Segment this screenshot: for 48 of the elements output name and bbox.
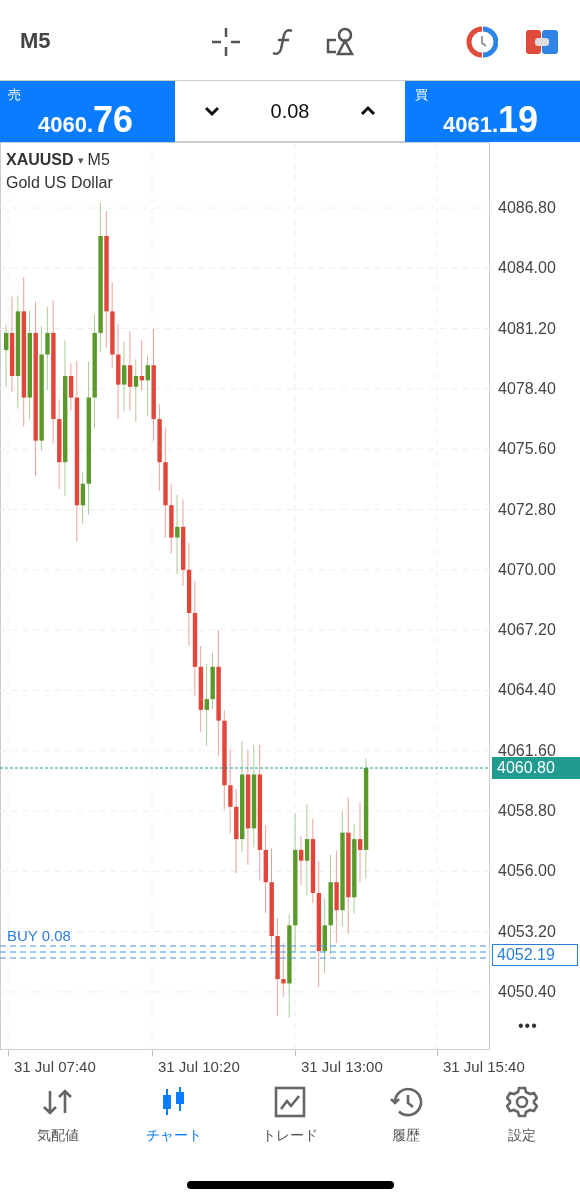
price-tick-label: 4064.40 <box>498 682 556 699</box>
price-tick-label: 4078.40 <box>498 380 556 397</box>
nav-tab[interactable]: トレード <box>232 1085 348 1149</box>
time-tick-label: 31 Jul 15:40 <box>443 1057 525 1077</box>
price-tick-label: 4075.60 <box>498 441 556 458</box>
sell-label: 売 <box>8 86 21 104</box>
time-tick-label: 31 Jul 13:00 <box>301 1057 383 1077</box>
more-button[interactable]: ••• <box>518 1014 538 1038</box>
symbol-description: Gold US Dollar <box>6 173 113 193</box>
line-chart-icon <box>274 1085 306 1119</box>
history-icon <box>389 1085 423 1119</box>
nav-tab[interactable]: チャート <box>116 1085 232 1149</box>
nav-tab[interactable]: 気配値 <box>0 1085 116 1149</box>
price-tick-label: 4056.00 <box>498 863 556 880</box>
nav-tab[interactable]: 履歴 <box>348 1085 464 1149</box>
buy-button[interactable]: 買 4061.19 <box>405 81 580 142</box>
sell-button[interactable]: 売 4060.76 <box>0 81 175 142</box>
toggle-icon[interactable] <box>526 30 558 54</box>
price-tick-label: 4072.80 <box>498 501 556 518</box>
timeframe-label[interactable]: M5 <box>20 23 80 57</box>
settings-icon <box>506 1085 538 1119</box>
price-tick-label: 4053.20 <box>498 923 556 940</box>
shapes-icon[interactable] <box>324 26 356 58</box>
order-label: BUY 0.08 <box>7 928 71 943</box>
price-tick-label: 4086.80 <box>498 200 556 216</box>
dropdown-caret[interactable]: ▾ <box>77 151 84 169</box>
chevron-up-icon[interactable] <box>359 104 377 118</box>
current-price-tag: 4060.80 <box>492 757 580 779</box>
price-tick-label: 4070.00 <box>498 561 556 578</box>
nav-tab[interactable]: 設定 <box>464 1085 580 1149</box>
price-tick-label: 4050.40 <box>498 983 556 1000</box>
price-tick-label: 4061.60 <box>498 742 556 759</box>
time-tick-label: 31 Jul 10:20 <box>158 1057 240 1077</box>
buy-label: 買 <box>415 86 428 104</box>
symbol-label: XAUUSD <box>6 150 74 170</box>
chart-area[interactable] <box>0 142 490 1050</box>
buy-price: 4061.19 <box>443 98 539 142</box>
volume-field[interactable]: 0.08 <box>270 96 310 126</box>
time-tick-label: 31 Jul 07:40 <box>14 1057 96 1077</box>
order-price-tag: 4052.19 <box>492 944 578 966</box>
price-tick-label: 4081.20 <box>498 320 556 337</box>
price-tick-label: 4058.80 <box>498 803 556 819</box>
price-tick-label: 4067.20 <box>498 622 556 639</box>
timeframe-label: M5 <box>87 150 110 170</box>
clock-icon[interactable] <box>466 26 498 58</box>
price-tick-label: 4084.00 <box>498 260 556 277</box>
sell-price: 4060.76 <box>38 98 134 142</box>
chevron-down-icon[interactable] <box>203 104 221 118</box>
